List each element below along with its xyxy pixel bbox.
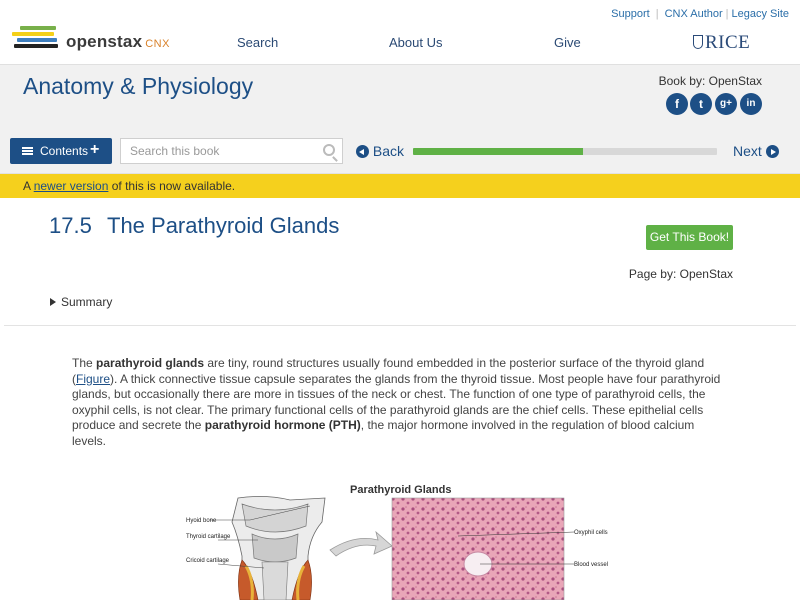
book-header: Anatomy & Physiology Book by: OpenStax f… — [0, 64, 800, 128]
body-paragraph: The parathyroid glands are tiny, round s… — [72, 356, 728, 449]
summary-toggle[interactable]: Summary — [50, 295, 112, 309]
legacy-site-link[interactable]: Legacy Site — [732, 8, 789, 20]
divider — [4, 325, 796, 326]
search-input[interactable] — [121, 139, 311, 163]
text-run: The — [72, 356, 97, 370]
rice-wordmark: RICE — [705, 32, 751, 53]
support-link[interactable]: Support — [611, 8, 650, 20]
logo-cnx: CNX — [145, 38, 170, 50]
utility-links: Support | CNX Author | Legacy Site — [611, 8, 789, 20]
label-thyroid-cartilage: Thyroid cartilage — [186, 534, 231, 540]
facebook-icon[interactable]: f — [666, 93, 688, 115]
top-header: openstax CNX Support | CNX Author | Legacy Si… — [0, 0, 800, 64]
rice-shield-icon — [693, 35, 703, 49]
label-oxyphil-cells: Oxyphil cells — [574, 530, 608, 536]
linkedin-icon[interactable]: in — [740, 93, 762, 115]
contents-label: Contents — [40, 144, 89, 158]
label-hyoid-bone: Hyoid bone — [186, 518, 217, 524]
chevron-left-icon — [356, 145, 369, 158]
caret-right-icon — [50, 298, 56, 306]
page-title: The Parathyroid Glands — [107, 213, 340, 238]
back-button[interactable]: Back — [356, 143, 404, 159]
book-title[interactable]: Anatomy & Physiology — [23, 73, 253, 100]
label-cricoid-cartilage: Cricoid cartilage — [186, 558, 230, 564]
parathyroid-figure: Hyoid bone Thyroid cartilage Cricoid car… — [186, 496, 608, 600]
summary-label: Summary — [61, 295, 113, 309]
figure-title: Parathyroid Glands — [350, 484, 452, 496]
notice-suffix: of this is now available. — [108, 179, 236, 193]
newer-version-link[interactable]: newer version — [34, 179, 109, 193]
divider: | — [725, 8, 729, 20]
label-blood-vessel: Blood vessel — [574, 562, 608, 568]
progress-fill — [413, 148, 584, 155]
back-label: Back — [372, 143, 405, 159]
search-box — [120, 138, 343, 164]
nav-search[interactable]: Search — [237, 35, 278, 50]
book-progress-bar — [413, 148, 717, 155]
term-parathyroid-glands: parathyroid glands — [96, 356, 205, 370]
google-plus-icon[interactable]: g+ — [715, 93, 737, 115]
get-this-book-button[interactable]: Get This Book! — [646, 225, 733, 250]
twitter-icon[interactable]: t — [690, 93, 712, 115]
plus-icon: + — [90, 141, 100, 158]
divider: | — [655, 8, 659, 20]
book-toolbar: Contents + Back Next — [0, 128, 800, 174]
next-label: Next — [733, 143, 762, 159]
logo-wordmark: openstax CNX — [66, 32, 170, 52]
section-number: 17.5 — [49, 213, 92, 238]
nav-about-us[interactable]: About Us — [389, 35, 442, 50]
contents-button[interactable]: Contents + — [10, 138, 112, 164]
book-by: Book by: OpenStax — [658, 74, 762, 88]
figure-link[interactable]: Figure — [76, 372, 110, 386]
neck-illustration — [210, 496, 326, 600]
page-by: Page by: OpenStax — [628, 267, 733, 281]
rice-logo[interactable]: RICE — [693, 32, 750, 54]
logo-word: openstax — [66, 32, 143, 51]
newer-version-notice: A newer version of this is now available… — [0, 174, 800, 198]
openstax-logo-icon — [12, 26, 60, 54]
term-pth: parathyroid hormone (PTH) — [204, 418, 361, 432]
next-button[interactable]: Next — [733, 143, 779, 159]
nav-give[interactable]: Give — [554, 35, 581, 50]
search-icon[interactable] — [323, 144, 335, 156]
list-icon — [22, 147, 33, 155]
openstax-cnx-logo[interactable]: openstax CNX — [12, 26, 182, 56]
micrograph — [391, 497, 575, 600]
notice-prefix: A — [23, 179, 34, 193]
cnx-author-link[interactable]: CNX Author — [665, 8, 723, 20]
chevron-right-icon — [765, 145, 779, 158]
zoom-arrow-icon — [329, 530, 393, 557]
